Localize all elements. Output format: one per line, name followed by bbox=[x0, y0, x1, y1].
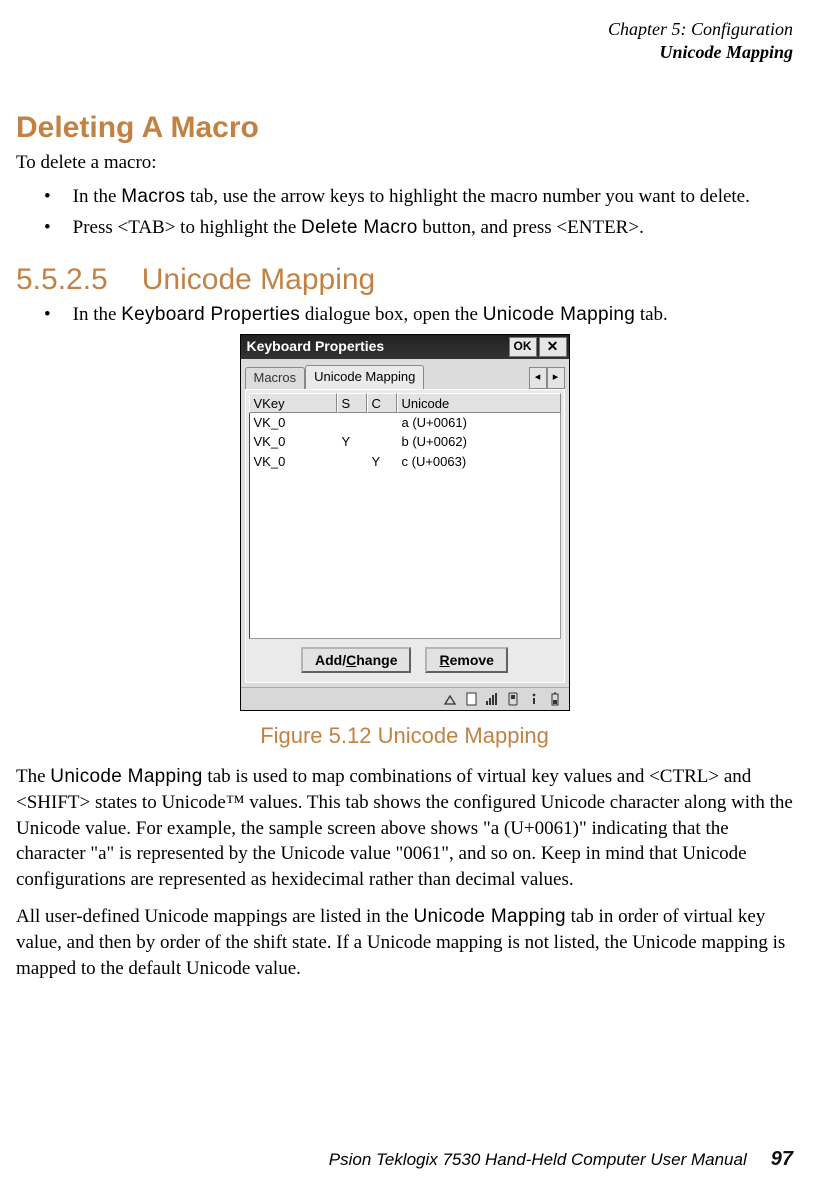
bullet-text: In the Keyboard Properties dialogue box,… bbox=[73, 302, 668, 328]
list-header: VKey S C Unicode bbox=[249, 393, 561, 413]
header-chapter: Chapter 5: Configuration bbox=[16, 18, 793, 41]
remove-button[interactable]: Remove bbox=[425, 647, 507, 673]
bullet-item: • In the Macros tab, use the arrow keys … bbox=[44, 184, 793, 210]
bullet-item: • Press <TAB> to highlight the Delete Ma… bbox=[44, 215, 793, 241]
bullet-dot: • bbox=[44, 184, 51, 210]
tab-pane: VKey S C Unicode VK_0 a (U+0061) VK_0 Y … bbox=[245, 389, 565, 683]
bullet-dot: • bbox=[44, 215, 51, 241]
tab-macros[interactable]: Macros bbox=[245, 367, 306, 389]
ui-term: Unicode Mapping bbox=[50, 766, 202, 787]
bullet-dot: • bbox=[44, 302, 51, 328]
list-body[interactable]: VK_0 a (U+0061) VK_0 Y b (U+0062) VK_0 Y… bbox=[249, 413, 561, 639]
system-tray bbox=[241, 687, 569, 710]
list-row[interactable]: VK_0 Y c (U+0063) bbox=[250, 452, 560, 472]
tab-scroll-right[interactable]: ▸ bbox=[547, 367, 565, 389]
ui-term: Keyboard Properties bbox=[121, 304, 300, 325]
ok-button[interactable]: OK bbox=[509, 337, 537, 357]
info-icon[interactable] bbox=[527, 691, 542, 706]
window-titlebar[interactable]: Keyboard Properties OK ✕ bbox=[241, 335, 569, 359]
col-unicode[interactable]: Unicode bbox=[397, 393, 561, 413]
ui-term: Unicode Mapping bbox=[413, 906, 565, 927]
paragraph: All user-defined Unicode mappings are li… bbox=[16, 904, 793, 981]
header-section: Unicode Mapping bbox=[16, 41, 793, 64]
list-row[interactable]: VK_0 Y b (U+0062) bbox=[250, 432, 560, 452]
document-icon[interactable] bbox=[464, 691, 479, 706]
col-vkey[interactable]: VKey bbox=[249, 393, 337, 413]
bullet-item: • In the Keyboard Properties dialogue bo… bbox=[44, 302, 793, 328]
tab-scrollers: ◂ ▸ bbox=[529, 367, 565, 389]
col-c[interactable]: C bbox=[367, 393, 397, 413]
figure-caption: Figure 5.12 Unicode Mapping bbox=[16, 721, 793, 751]
bullet-text: In the Macros tab, use the arrow keys to… bbox=[73, 184, 750, 210]
ui-term: Macros bbox=[121, 186, 185, 207]
paragraph: The Unicode Mapping tab is used to map c… bbox=[16, 764, 793, 892]
section-number: 5.5.2.5 bbox=[16, 263, 108, 296]
page-footer: Psion Teklogix 7530 Hand-Held Computer U… bbox=[16, 1146, 793, 1173]
figure-container: Keyboard Properties OK ✕ Macros Unicode … bbox=[16, 334, 793, 711]
ui-term: Unicode Mapping bbox=[483, 304, 635, 325]
bullet-text: Press <TAB> to highlight the Delete Macr… bbox=[73, 215, 644, 241]
window-title: Keyboard Properties bbox=[247, 337, 385, 356]
close-button[interactable]: ✕ bbox=[539, 337, 567, 357]
button-row: Add/Change Remove bbox=[249, 639, 561, 679]
section-unicode-mapping-title: 5.5.2.5 Unicode Mapping bbox=[16, 263, 793, 296]
footer-book-title: Psion Teklogix 7530 Hand-Held Computer U… bbox=[329, 1149, 747, 1172]
bullet-list: • In the Keyboard Properties dialogue bo… bbox=[16, 302, 793, 328]
device-window: Keyboard Properties OK ✕ Macros Unicode … bbox=[240, 334, 570, 711]
page-number: 97 bbox=[771, 1146, 793, 1173]
lead-text: To delete a macro: bbox=[16, 150, 793, 176]
signal-icon[interactable] bbox=[485, 691, 500, 706]
device-icon[interactable] bbox=[506, 691, 521, 706]
network-icon[interactable] bbox=[443, 691, 458, 706]
page-header: Chapter 5: Configuration Unicode Mapping bbox=[16, 18, 793, 63]
ui-term: Delete Macro bbox=[301, 217, 418, 238]
add-change-button[interactable]: Add/Change bbox=[301, 647, 411, 673]
section-deleting-a-macro-title: Deleting A Macro bbox=[16, 111, 793, 144]
section-name: Unicode Mapping bbox=[142, 263, 375, 296]
tab-strip: Macros Unicode Mapping ◂ ▸ bbox=[241, 359, 569, 389]
tab-unicode-mapping[interactable]: Unicode Mapping bbox=[305, 365, 424, 389]
list-row[interactable]: VK_0 a (U+0061) bbox=[250, 413, 560, 433]
tab-scroll-left[interactable]: ◂ bbox=[529, 367, 547, 389]
col-s[interactable]: S bbox=[337, 393, 367, 413]
battery-icon[interactable] bbox=[548, 691, 563, 706]
bullet-list: • In the Macros tab, use the arrow keys … bbox=[16, 184, 793, 241]
